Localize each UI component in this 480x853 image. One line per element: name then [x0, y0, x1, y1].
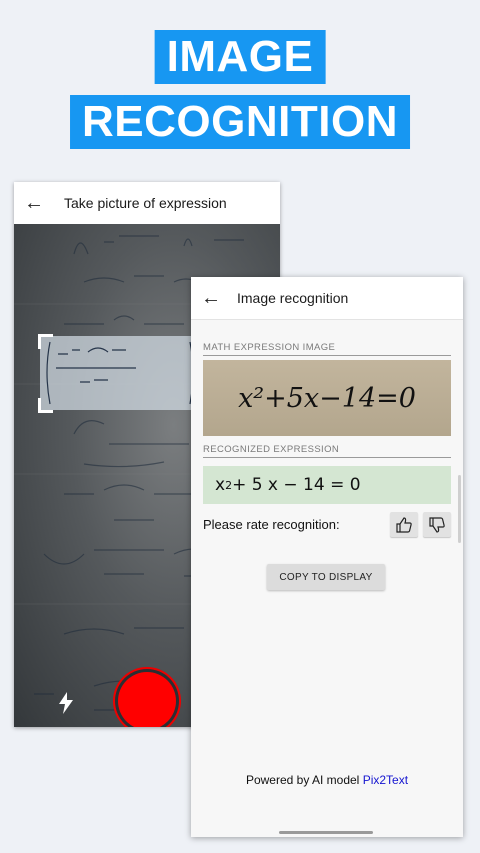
flash-icon[interactable] — [58, 692, 74, 720]
expression-exponent: 2 — [225, 478, 233, 492]
scrollbar-thumb[interactable] — [458, 475, 461, 543]
back-arrow-icon[interactable]: ← — [14, 192, 54, 215]
math-expression-image: x²+5x−14=0 — [203, 360, 451, 436]
shutter-button[interactable] — [118, 672, 176, 727]
recognized-expression[interactable]: x2 + 5 x − 14 = 0 — [203, 466, 451, 504]
powered-prefix: Powered by AI model — [245, 773, 363, 787]
headline-line-2: RECOGNITION — [70, 95, 410, 149]
recognition-screen: ← Image recognition MATH EXPRESSION IMAG… — [191, 277, 463, 837]
back-arrow-icon[interactable]: ← — [191, 287, 231, 310]
thumb-up-icon — [396, 516, 412, 533]
rating-buttons — [390, 512, 451, 537]
camera-screen-title: Take picture of expression — [64, 195, 227, 211]
thumb-up-button[interactable] — [390, 512, 418, 537]
rating-row: Please rate recognition: — [203, 512, 451, 537]
copy-to-display-button[interactable]: COPY TO DISPLAY — [267, 564, 385, 590]
image-section-label: MATH EXPRESSION IMAGE — [203, 342, 451, 356]
rate-prompt: Please rate recognition: — [203, 517, 340, 532]
crop-corner[interactable] — [38, 398, 53, 413]
handwritten-expression: x²+5x−14=0 — [238, 382, 416, 414]
expression-rest: + 5 x − 14 = 0 — [232, 475, 361, 495]
home-indicator[interactable] — [279, 831, 373, 834]
recognition-app-bar: ← Image recognition — [191, 277, 463, 320]
powered-by-text: Powered by AI model Pix2Text — [191, 773, 463, 787]
headline-line-1: IMAGE — [154, 30, 326, 84]
camera-app-bar: ← Take picture of expression — [14, 182, 280, 224]
recognition-screen-title: Image recognition — [237, 290, 349, 306]
expression-base: x — [215, 475, 226, 495]
thumb-down-icon — [429, 516, 445, 533]
pix2text-link[interactable]: Pix2Text — [363, 773, 408, 787]
thumb-down-button[interactable] — [423, 512, 451, 537]
recognized-section-label: RECOGNIZED EXPRESSION — [203, 444, 451, 458]
crop-corner[interactable] — [38, 334, 53, 349]
captured-formula-preview — [46, 341, 194, 405]
capture-region[interactable] — [40, 336, 200, 410]
